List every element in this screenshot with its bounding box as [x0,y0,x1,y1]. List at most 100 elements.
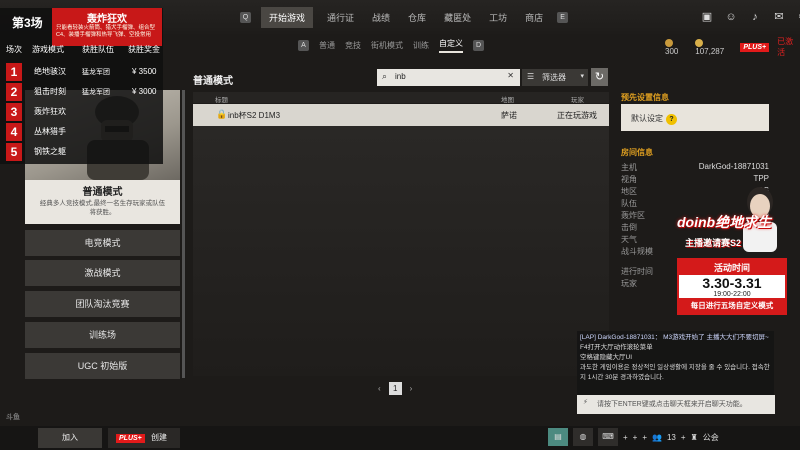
overlay-mode-desc: 只能看轻装火箭筒、猎犬手榴弹、组合型C4、装播手榴弹和热导飞弹、空投常用 [56,25,156,38]
bp-amount: 300 [665,38,687,56]
subnav-next-key[interactable]: D [473,40,484,51]
overlay-header: 场次 游戏模式 获胜队伍 获胜奖金 [6,44,164,55]
preset-heading: 预先设置信息 [621,93,669,102]
lock-icon: 🔒 [216,109,228,119]
overlay-row-num: 1 [6,62,22,81]
plus-badge: PLUS+ [740,42,770,52]
bottom-right-controls: ▤ ◍ ⌨ + + + 👥 13 + ♜ 公会 [548,428,719,446]
subtab-training[interactable]: 训练 [413,40,429,51]
pagination: ‹ 1 › [378,382,412,395]
promo-time-heading: 活动时间 [679,260,785,275]
filter-label: 筛选器 [542,73,566,82]
mode-button-esports[interactable]: 电竞模式 [25,230,180,256]
tab-stash[interactable]: 藏匿处 [440,8,475,27]
tab-inventory[interactable]: 仓库 [404,8,430,27]
current-page[interactable]: 1 [388,382,402,395]
mode-button-team-deathmatch[interactable]: 团队淘汰竞赛 [25,291,180,317]
room-title: inb杯S2 D1M3 [228,111,281,120]
prev-page-icon[interactable]: ‹ [378,384,381,393]
clear-search-icon[interactable]: ✕ [507,71,514,80]
mail-icon[interactable]: ✉ [772,10,786,24]
overlay-row-mode: 狙击时刻 [34,87,66,96]
overlay-current-mode: 轰炸狂欢 只能看轻装火箭筒、猎犬手榴弹、组合型C4、装播手榴弹和热导飞弹、空投常… [52,8,162,46]
overlay-mode-title: 轰炸狂欢 [87,14,127,25]
chat-input[interactable]: ⚡ 请按下ENTER键或点击聊天框来开启聊天功能。 [577,395,775,414]
players-icon: 👥 [652,432,662,442]
plus-icon[interactable]: + [681,433,686,442]
promo-date: 3.30-3.31 [702,275,762,291]
keyboard-icon[interactable]: ⌨ [598,428,618,446]
overlay-row-prize: ¥ 3000 [132,87,157,96]
currency-bar: 300 107,287 PLUS+ 已激活 [665,36,800,58]
overlay-row-num: 3 [6,102,22,121]
room-search-input[interactable]: ⌕ inb ✕ [377,69,520,86]
preset-value: 默认设定 [631,114,663,123]
nav-next-key[interactable]: E [557,11,569,23]
sub-nav: A 普通 竞技 街机模式 训练 自定义 D [298,38,484,53]
tab-pass[interactable]: 通行证 [323,8,358,27]
top-right-icons: ▣ ☺ ♪ ✉ ⚙ [700,10,800,24]
nav-prev-key[interactable]: Q [240,11,251,23]
chat-message: F4打开大厅动作滚轮菜单 [580,344,653,351]
tab-record[interactable]: 战绩 [368,8,394,27]
overlay-col-mode: 游戏模式 [32,45,64,54]
promo-schedule: 活动时间 3.30-3.31 19:00-22:00 每日进行五场自定义模式 [677,258,787,315]
subtab-normal[interactable]: 普通 [319,40,335,51]
plus-icon[interactable]: + [623,433,628,442]
overlay-row-mode: 钢铁之躯 [34,147,66,156]
filter-dropdown[interactable]: ☰ 筛选器 ▾ [522,69,588,86]
mode-card-desc: 经典多人竞技模式,最终一名生存玩家或队伍将获胜。 [39,200,166,216]
overlay-row: 4 丛林猎手 [6,122,164,141]
overlay-col-team: 获胜队伍 [82,45,114,54]
friends-icon[interactable]: ☺ [724,10,738,24]
create-plus-badge: PLUS+ [116,434,145,443]
mode-button-intense[interactable]: 激战模式 [25,260,180,286]
create-button[interactable]: PLUS+ 创建 [108,428,180,448]
mode-button-training-ground[interactable]: 训练场 [25,322,180,348]
tab-workshop[interactable]: 工坊 [485,8,511,27]
tab-start-game[interactable]: 开始游戏 [261,6,314,28]
mode-button-ugc[interactable]: UGC 初始版 [25,353,180,379]
col-players: 玩家 [571,97,584,104]
tab-store[interactable]: 商店 [521,8,547,27]
refresh-icon: ↻ [594,71,605,83]
gear-icon[interactable]: ⚙ [796,10,800,24]
overlay-row-num: 5 [6,142,22,161]
overlay-row-mode: 丛林猎手 [34,127,66,136]
overlay-row-team: 猛龙军团 [82,88,110,96]
subnav-prev-key[interactable]: A [298,40,309,51]
subtab-custom[interactable]: 自定义 [439,38,463,53]
preset-box: 默认设定? [621,104,769,131]
event-promo: doinb绝地求生 主播邀请赛S2 活动时间 3.30-3.31 19:00-2… [677,187,799,324]
plus-status: 已激活 [777,37,794,57]
room-table-header: 标题 地图 玩家 [193,92,609,104]
globe-icon[interactable]: ◍ [573,428,593,446]
chat-message: 과도한 게임이용은 정상적인 일상생활에 지장을 줄 수 있습니다. 접속한 지… [580,364,770,381]
table-row[interactable]: 🔒 inb杯S2 D1M3 萨诺 正在玩游戏 [193,104,609,126]
overlay-match-number: 第3场 [12,16,43,30]
promo-time: 19:00-22:00 [713,291,751,298]
plus-icon[interactable]: + [642,433,647,442]
mode-list-scrollbar[interactable] [182,90,185,378]
room-map: 萨诺 [501,111,517,120]
plus-icon[interactable]: + [633,433,638,442]
mode-card-body: 普通模式 经典多人竞技模式,最终一名生存玩家或队伍将获胜。 [25,180,180,224]
refresh-button[interactable]: ↻ [591,68,608,86]
gift-icon[interactable]: ▣ [700,10,714,24]
create-label: 创建 [151,433,167,442]
promo-footer: 每日进行五场自定义模式 [679,298,785,313]
subtab-arcade[interactable]: 街机模式 [371,40,403,51]
help-icon[interactable]: ? [666,114,677,125]
chat-toggle-icon[interactable]: ▤ [548,428,568,446]
page-title: 普通模式 [193,76,233,87]
overlay-col-prize: 获胜奖金 [128,45,160,54]
join-button[interactable]: 加入 [38,428,102,448]
next-page-icon[interactable]: › [410,384,413,393]
search-icon: ⌕ [382,71,388,81]
subtab-ranked[interactable]: 竞技 [345,40,361,51]
bell-icon[interactable]: ♪ [748,10,762,24]
room-info-row: 主机 DarkGod-18871031 [621,162,769,172]
filter-icon: ☰ [527,72,535,81]
clan-button[interactable]: 公会 [703,432,719,443]
overlay-row: 3 轰炸狂欢 [6,102,164,121]
